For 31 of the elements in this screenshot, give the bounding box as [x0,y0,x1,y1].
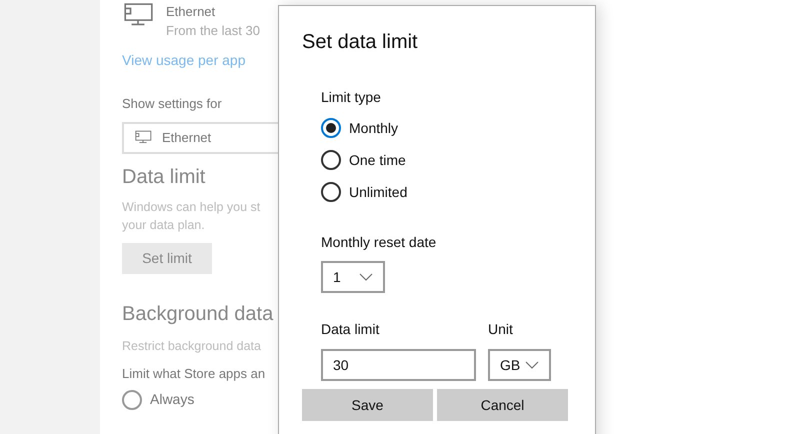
cancel-button[interactable]: Cancel [437,389,568,421]
section-description: Restrict background data [122,338,262,355]
network-subtitle: From the last 30 [166,22,260,40]
radio-button[interactable] [321,150,341,170]
field-label: Monthly reset date [321,233,438,252]
save-button[interactable]: Save [302,389,433,421]
section-description: Windows can help you st your data plan. [122,198,262,234]
radio-button[interactable] [122,390,142,410]
dialog-title: Set data limit [302,30,419,55]
field-label: Limit type [321,88,382,107]
monitor-icon [134,130,152,145]
radio-label: One time [349,150,406,170]
reset-date-dropdown[interactable]: 1 [321,261,385,293]
unit-dropdown[interactable]: GB [488,349,551,381]
chevron-down-icon [525,361,539,369]
section-heading: Background data [122,302,274,326]
field-label: Show settings for [122,95,223,113]
radio-label: Monthly [349,118,398,138]
question-text: Limit what Store apps an [122,365,266,384]
field-label: Unit [488,320,514,339]
network-dropdown[interactable]: Ethernet [122,122,278,154]
chevron-down-icon [359,273,373,281]
monitor-icon [122,2,154,28]
field-label: Data limit [321,320,380,339]
section-heading: Data limit [122,164,206,190]
radio-label: Always [150,390,194,410]
radio-button[interactable] [321,182,341,202]
radio-label: Unlimited [349,182,408,202]
data-limit-input[interactable]: 30 [321,349,476,381]
network-name: Ethernet [166,3,216,21]
radio-button[interactable] [321,118,341,138]
